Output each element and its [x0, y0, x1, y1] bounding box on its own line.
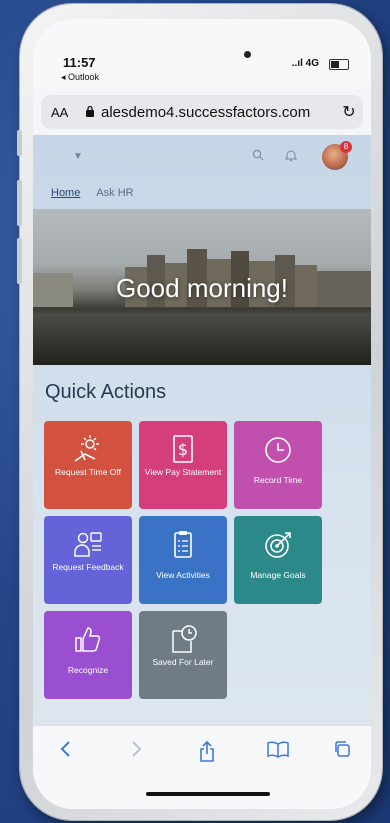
- search-icon[interactable]: [252, 149, 264, 164]
- saved-clock-icon: [172, 625, 197, 653]
- tile-label: Manage Goals: [250, 570, 306, 580]
- safari-toolbar: [33, 725, 371, 809]
- signal-indicator: ..ıl 4G: [291, 58, 319, 69]
- clock-icon: [265, 437, 291, 463]
- canal-water: [33, 313, 371, 365]
- view-activities-tile[interactable]: View Activities: [139, 516, 227, 604]
- back-icon[interactable]: [59, 740, 71, 764]
- reload-icon[interactable]: ↻: [335, 102, 363, 122]
- people-feedback-icon: [74, 532, 102, 557]
- tile-label: Record Time: [253, 475, 303, 485]
- tabs-icon[interactable]: [333, 740, 351, 764]
- volume-up-button: [17, 180, 22, 226]
- nav-ask-hr-link[interactable]: Ask HR: [96, 187, 133, 199]
- clipboard-icon: [174, 531, 192, 558]
- svg-text:$: $: [178, 440, 188, 459]
- battery-icon: [329, 59, 349, 70]
- tile-label: Recognize: [67, 665, 109, 675]
- forward-icon: [131, 740, 143, 764]
- tile-label: View Activities: [156, 570, 210, 580]
- successfactors-app: ▼ 8 Home Ask HR Good morning! Quick Acti…: [33, 135, 371, 725]
- notification-badge: 8: [340, 141, 352, 153]
- recognize-tile[interactable]: Recognize: [44, 611, 132, 699]
- status-time: 11:57: [63, 55, 96, 70]
- menu-chevron-down-icon[interactable]: ▼: [73, 151, 83, 162]
- dollar-document-icon: $: [173, 435, 193, 463]
- tile-label: Request Time Off: [55, 467, 121, 477]
- view-pay-statement-tile[interactable]: $ View Pay Statement: [139, 421, 227, 509]
- back-to-app-link[interactable]: ◂ Outlook: [61, 72, 99, 83]
- mute-switch: [17, 130, 22, 156]
- quick-actions-title: Quick Actions: [45, 381, 167, 403]
- status-bar: 11:57 ◂ Outlook ..ıl 4G: [33, 19, 371, 89]
- phone-screen: 11:57 ◂ Outlook ..ıl 4G AA alesdemo4.suc…: [33, 19, 371, 809]
- hero-banner: Good morning!: [33, 209, 371, 365]
- bookmarks-icon[interactable]: [267, 740, 289, 764]
- share-icon[interactable]: [199, 740, 215, 768]
- camera-icon: [244, 51, 251, 58]
- record-time-tile[interactable]: Record Time: [234, 421, 322, 509]
- address-bar[interactable]: AA alesdemo4.successfactors.com ↻: [41, 95, 363, 129]
- app-header: ▼ 8: [33, 135, 371, 187]
- home-indicator[interactable]: [146, 792, 270, 796]
- tile-label: Saved For Later: [152, 657, 214, 667]
- request-feedback-tile[interactable]: Request Feedback: [44, 516, 132, 604]
- app-nav: Home Ask HR: [51, 187, 134, 199]
- nav-home-link[interactable]: Home: [51, 187, 80, 199]
- request-time-off-tile[interactable]: Request Time Off: [44, 421, 132, 509]
- tile-label: View Pay Statement: [144, 467, 222, 477]
- saved-for-later-tile[interactable]: Saved For Later: [139, 611, 227, 699]
- sun-beach-icon: [74, 435, 99, 462]
- lock-icon: [85, 104, 99, 121]
- text-size-button[interactable]: AA: [51, 105, 81, 120]
- notification-bell-icon[interactable]: [284, 149, 298, 165]
- manage-goals-tile[interactable]: Manage Goals: [234, 516, 322, 604]
- url-text[interactable]: alesdemo4.successfactors.com: [101, 104, 335, 121]
- volume-down-button: [17, 238, 22, 284]
- greeting-text: Good morning!: [116, 273, 288, 303]
- tile-label: Request Feedback: [52, 562, 124, 572]
- target-icon: [265, 532, 291, 558]
- thumbs-up-icon: [75, 627, 101, 652]
